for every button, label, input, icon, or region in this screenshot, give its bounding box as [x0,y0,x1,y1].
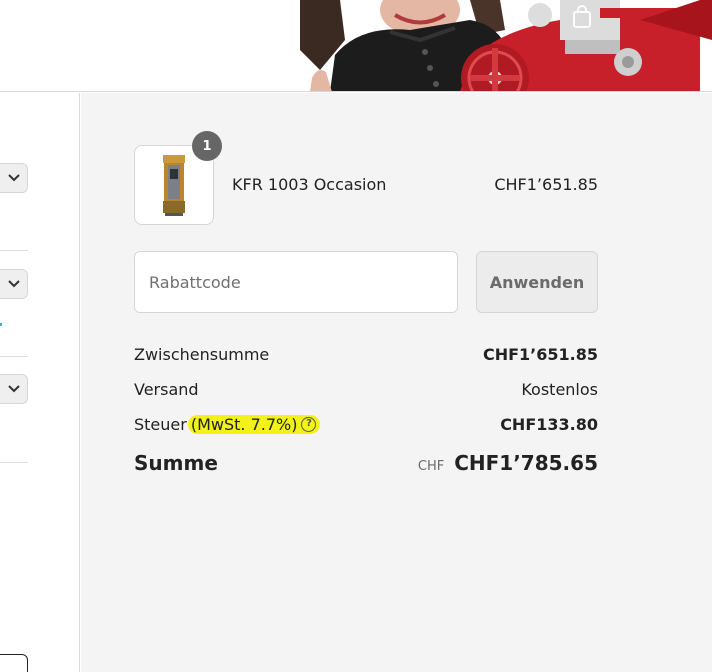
subtotal-value: CHF1’651.85 [482,344,598,364]
tax-row: Steuer (MwSt. 7.7%) ? CHF133.80 [134,412,598,436]
product-image [163,155,185,216]
total-row: Summe CHF CHF1’785.65 [134,448,598,478]
tax-value: CHF133.80 [500,414,598,434]
quantity-badge: 1 [192,131,222,161]
shipping-row: Versand Kostenlos [134,377,598,401]
subtotal-label: Zwischensumme [134,344,270,364]
total-label: Summe [134,451,218,475]
header-banner [0,0,712,92]
dropdown-toggle-2[interactable] [0,269,28,299]
divider [0,462,28,463]
divider [0,356,28,357]
order-summary-panel: 1 KFR 1003 Occasion CHF1’651.85 Anwenden… [81,93,712,672]
shipping-value: Kostenlos [521,379,598,399]
input-field-partial[interactable] [0,654,28,672]
checkout-form-column [0,93,80,672]
product-price: CHF1’651.85 [494,175,598,194]
dropdown-toggle-1[interactable] [0,163,28,193]
tax-rate-highlight: (MwSt. 7.7%) ? [187,414,321,434]
chevron-down-icon [7,174,20,182]
product-name: KFR 1003 Occasion [232,175,387,194]
subtotal-row: Zwischensumme CHF1’651.85 [134,342,598,366]
tax-label: Steuer [134,414,187,434]
shipping-label: Versand [134,379,199,399]
link-fragment[interactable] [0,323,2,326]
tax-rate-label: (MwSt. 7.7%) [190,414,298,434]
total-value: CHF1’785.65 [454,451,598,475]
tax-label-group: Steuer (MwSt. 7.7%) ? [134,414,321,434]
shopping-bag-icon[interactable] [570,4,594,28]
question-circle-icon[interactable]: ? [301,416,317,432]
discount-code-input[interactable] [134,251,458,313]
apply-discount-button[interactable]: Anwenden [476,251,598,313]
hero-image [0,0,712,91]
divider [0,250,28,251]
chevron-down-icon [7,385,20,393]
dropdown-toggle-3[interactable] [0,374,28,404]
total-currency: CHF [417,459,445,474]
total-amount: CHF CHF1’785.65 [418,451,598,475]
chevron-down-icon [7,280,20,288]
